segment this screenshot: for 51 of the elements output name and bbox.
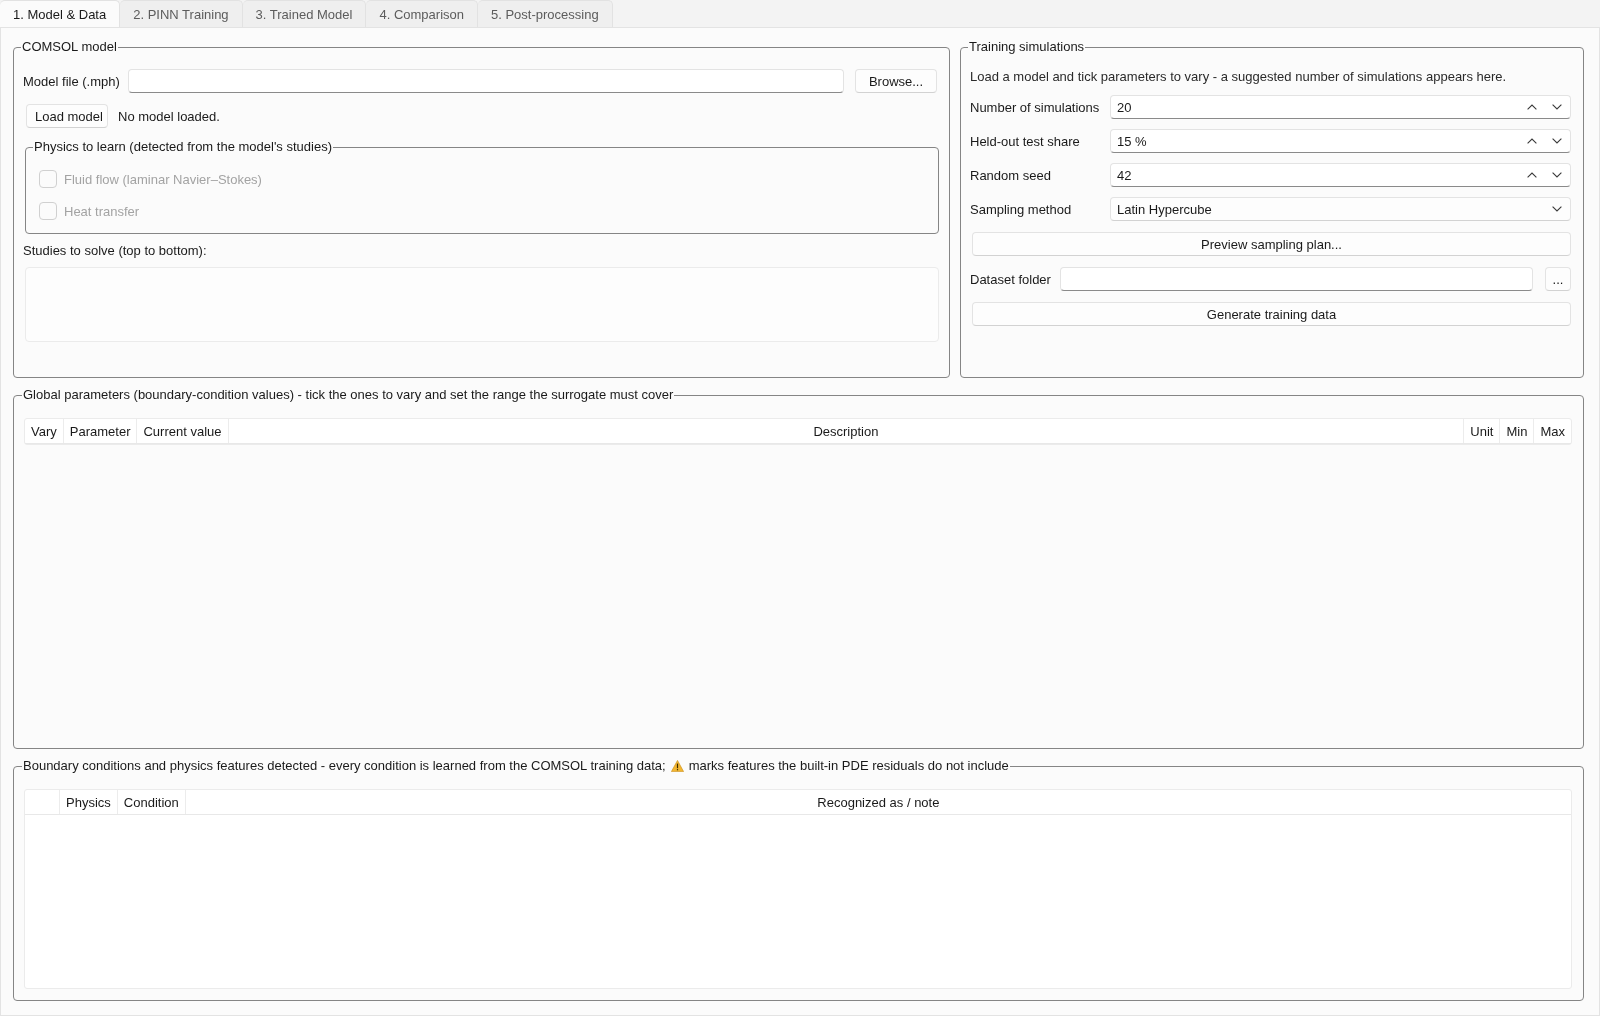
chevron-up-icon <box>1527 104 1537 110</box>
spin-box[interactable]: 42 <box>1110 163 1571 187</box>
group-title: Physics to learn (detected from the model's studies) <box>34 139 332 155</box>
input-field[interactable] <box>127 69 844 93</box>
load-model-button[interactable]: Load model <box>26 104 108 128</box>
column-header: Unit <box>1464 419 1501 443</box>
field-label: Sampling method <box>970 201 1073 217</box>
chevron-down-icon <box>1552 104 1562 110</box>
input-field[interactable] <box>1059 267 1533 291</box>
spin-box[interactable]: 20 <box>1110 95 1571 119</box>
column-header: Description <box>228 419 1465 443</box>
tab[interactable]: 3. Trained Model <box>242 0 367 27</box>
tab[interactable]: 4. Comparison <box>366 0 478 27</box>
field-label: Model file (.mph) <box>23 73 120 89</box>
chevron-down-icon <box>1552 206 1562 212</box>
group-title: Global parameters (boundary-condition values) - tick the ones to vary and set the range the surrogate must cover <box>23 387 674 403</box>
column-header: Max <box>1539 422 1566 441</box>
field-label: Studies to solve (top to bottom): <box>23 243 208 259</box>
tab[interactable]: 5. Post-processing <box>478 0 613 27</box>
field-label: Random seed <box>970 167 1052 183</box>
hint-text: Load a model and tick parameters to vary - a suggested number of simulations appears here. <box>970 69 1508 85</box>
column-header: Condition <box>117 790 186 814</box>
column-header: Vary <box>25 419 64 443</box>
column-header: Physics <box>60 790 118 814</box>
browse-button[interactable]: Browse... <box>855 69 937 93</box>
chevron-up-icon <box>1527 138 1537 144</box>
field-label: Dataset folder <box>970 271 1051 287</box>
preview-button[interactable]: Preview sampling plan... <box>972 232 1571 256</box>
group-title: Boundary conditions and physics features detected - every condition is learned from the COMSOL training data; <box>23 758 666 774</box>
chevron-down-icon <box>1552 138 1562 144</box>
chevron-down-icon <box>1552 172 1562 178</box>
checkbox-label: Fluid flow (laminar Navier–Stokes) <box>64 171 262 187</box>
column-header: Recognized as / note <box>816 793 941 812</box>
tab[interactable]: 2. PINN Training <box>120 0 243 27</box>
dropdown[interactable]: Latin Hypercube <box>1110 197 1571 221</box>
group-title: Training simulations <box>969 39 1085 55</box>
checkbox-label: Heat transfer <box>64 203 140 219</box>
status-text: No model loaded. <box>118 108 220 124</box>
group-title: COMSOL model <box>22 39 117 55</box>
warning-icon <box>670 760 684 772</box>
group-title: marks features the built-in PDE residuals do not include <box>688 758 1009 774</box>
browse-button[interactable]: ... <box>1545 267 1571 291</box>
tab[interactable]: 1. Model & Data <box>0 0 121 27</box>
column-header: Min <box>1500 419 1535 443</box>
field-label: Held-out test share <box>970 133 1081 149</box>
field-label: Number of simulations <box>970 99 1101 115</box>
column-header: Parameter <box>63 419 138 443</box>
column-header: Current value <box>137 419 229 443</box>
spin-box[interactable]: 15 % <box>1110 129 1571 153</box>
chevron-up-icon <box>1527 172 1537 178</box>
generate-button[interactable]: Generate training data <box>972 302 1571 326</box>
